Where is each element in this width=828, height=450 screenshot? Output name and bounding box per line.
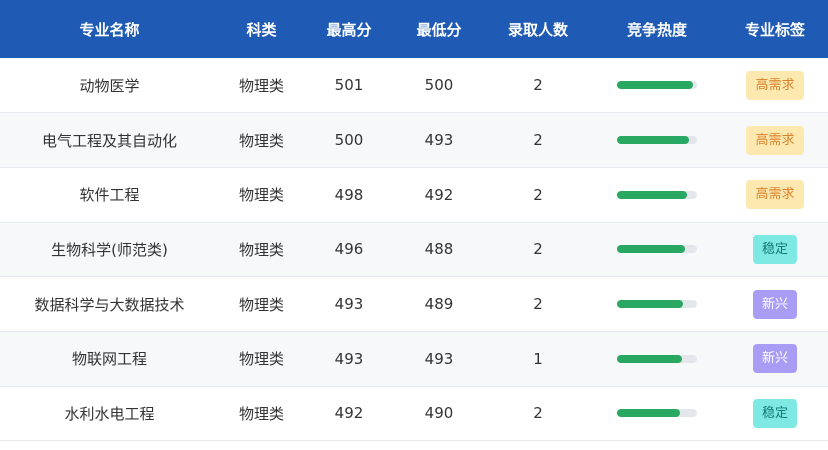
max-score-cell: 493	[334, 295, 364, 314]
major-tag-badge: 新兴	[752, 289, 797, 319]
max-score-cell: 493	[334, 349, 364, 368]
competition-heat-cell	[592, 277, 722, 332]
major-tag-cell: 高需求	[722, 167, 828, 222]
competition-heat-cell	[592, 386, 722, 441]
table-row: 水利水电工程 物理类 492 490 2 稳定	[0, 386, 828, 441]
table-row: 电气工程及其自动化 物理类 500 493 2 高需求	[0, 112, 828, 168]
max-score-cell: 500	[334, 131, 364, 150]
table-body: 动物医学 物理类 501 500 2 高需求 电气工程及其自动化 物理类 500 493 2 高需求软…	[0, 58, 828, 441]
competition-heat-cell	[592, 113, 722, 168]
heat-bar-fill	[617, 300, 684, 309]
major-tag-badge: 稳定	[752, 398, 797, 428]
major-name-cell: 软件工程	[79, 186, 140, 205]
min-score-cell: 492	[424, 185, 454, 204]
header-major-name: 专业名称	[79, 20, 140, 39]
max-score-cell: 501	[334, 76, 364, 95]
competition-heat-cell	[592, 331, 722, 386]
heat-bar-fill	[617, 409, 681, 418]
admit-count-cell: 2	[533, 185, 543, 204]
min-score-cell: 490	[424, 404, 454, 423]
major-tag-cell: 新兴	[722, 331, 828, 386]
major-name-cell: 电气工程及其自动化	[41, 131, 177, 150]
major-tag-cell: 稳定	[722, 222, 828, 277]
heat-bar-fill	[617, 354, 682, 363]
major-name-cell: 生物科学(师范类)	[51, 240, 168, 259]
table-header-row: 专业名称 科类 最高分 最低分 录取人数 竞争热度 专业标签	[0, 0, 828, 58]
max-score-cell: 492	[334, 404, 364, 423]
header-category: 科类	[246, 20, 277, 39]
admit-count-cell: 2	[533, 76, 543, 95]
major-tag-cell: 稳定	[722, 386, 828, 441]
category-cell: 物理类	[238, 295, 284, 314]
heat-bar-track	[617, 81, 697, 90]
max-score-cell: 498	[334, 185, 364, 204]
major-tag-cell: 高需求	[722, 113, 828, 168]
heat-bar-track	[617, 190, 697, 199]
major-tag-badge: 高需求	[746, 180, 804, 210]
min-score-cell: 493	[424, 349, 454, 368]
heat-bar-track	[617, 409, 697, 418]
major-name-cell: 数据科学与大数据技术	[34, 295, 185, 314]
max-score-cell: 496	[334, 240, 364, 259]
category-cell: 物理类	[238, 131, 284, 150]
admit-count-cell: 2	[533, 404, 543, 423]
major-table: 专业名称 科类 最高分 最低分 录取人数 竞争热度 专业标签 动物医学 物理类 50…	[0, 0, 828, 441]
competition-heat-cell	[592, 167, 722, 222]
category-cell: 物理类	[238, 404, 284, 423]
table-row: 物联网工程 物理类 493 493 1 新兴	[0, 331, 828, 387]
major-tag-cell: 新兴	[722, 277, 828, 332]
major-table-container: 专业名称 科类 最高分 最低分 录取人数 竞争热度 专业标签 动物医学 物理类 50…	[0, 0, 828, 441]
heat-bar-track	[617, 300, 697, 309]
heat-bar-fill	[617, 245, 685, 254]
admit-count-cell: 2	[533, 295, 543, 314]
category-cell: 物理类	[238, 186, 284, 205]
heat-bar-fill	[617, 81, 693, 90]
header-max-score: 最高分	[326, 20, 372, 39]
major-tag-badge: 高需求	[746, 125, 804, 155]
header-competition-heat: 竞争热度	[626, 20, 687, 39]
major-name-cell: 物联网工程	[71, 350, 147, 369]
header-min-score: 最低分	[416, 20, 462, 39]
admit-count-cell: 2	[533, 131, 543, 150]
header-admit-count: 录取人数	[507, 20, 568, 39]
min-score-cell: 489	[424, 295, 454, 314]
min-score-cell: 493	[424, 131, 454, 150]
heat-bar-track	[617, 245, 697, 254]
header-major-tag: 专业标签	[744, 20, 805, 39]
admit-count-cell: 2	[533, 240, 543, 259]
heat-bar-track	[617, 354, 697, 363]
table-row: 数据科学与大数据技术 物理类 493 489 2 新兴	[0, 277, 828, 332]
major-tag-badge: 新兴	[752, 344, 797, 374]
admit-count-cell: 1	[533, 349, 543, 368]
major-tag-badge: 高需求	[746, 70, 804, 100]
table-row: 软件工程 物理类 498 492 2 高需求	[0, 167, 828, 223]
category-cell: 物理类	[238, 76, 284, 95]
table-row: 动物医学 物理类 501 500 2 高需求	[0, 58, 828, 113]
category-cell: 物理类	[238, 350, 284, 369]
major-name-cell: 水利水电工程	[64, 404, 155, 423]
category-cell: 物理类	[238, 240, 284, 259]
table-row: 生物科学(师范类) 物理类 496 488 2 稳定	[0, 222, 828, 277]
heat-bar-track	[617, 136, 697, 145]
min-score-cell: 500	[424, 76, 454, 95]
heat-bar-fill	[617, 136, 689, 145]
major-tag-badge: 稳定	[752, 234, 797, 264]
major-name-cell: 动物医学	[79, 76, 140, 95]
major-tag-cell: 高需求	[722, 58, 828, 113]
competition-heat-cell	[592, 58, 722, 113]
heat-bar-fill	[617, 190, 688, 199]
competition-heat-cell	[592, 222, 722, 277]
min-score-cell: 488	[424, 240, 454, 259]
